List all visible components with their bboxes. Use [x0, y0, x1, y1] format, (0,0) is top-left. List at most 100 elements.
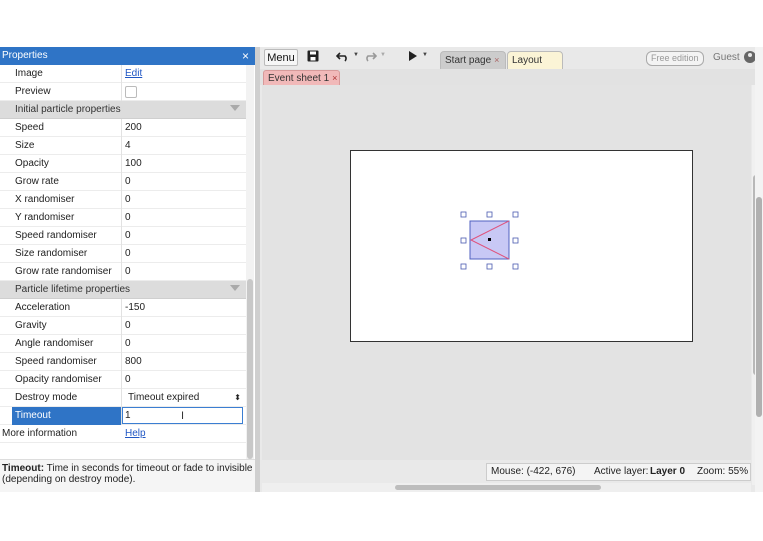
property-row-image[interactable]: Image Edit — [0, 65, 246, 83]
column-divider — [121, 389, 122, 407]
property-name: Destroy mode — [15, 392, 78, 403]
description-label: Timeout: — [2, 463, 45, 474]
property-value[interactable]: 0 — [125, 209, 131, 227]
column-divider — [121, 155, 122, 173]
layout-horizontal-scrollbar[interactable] — [262, 483, 751, 492]
category-label: Particle lifetime properties — [15, 284, 131, 295]
property-row-speed-randomiser[interactable]: Speed randomiser 0 — [0, 227, 246, 245]
image-link[interactable]: Edit — [125, 65, 142, 83]
property-name: Size randomiser — [15, 248, 88, 259]
column-divider — [121, 173, 122, 191]
tab-start-page-label: Start page — [445, 55, 492, 66]
collapse-chevron-icon[interactable] — [230, 105, 240, 111]
property-name: Opacity — [15, 158, 49, 169]
property-row-opacity-randomiser[interactable]: Opacity randomiser 0 — [0, 371, 246, 389]
layout-view[interactable] — [262, 85, 751, 460]
play-dropdown-icon[interactable]: ▼ — [422, 52, 428, 58]
destroy-mode-select[interactable]: Timeout expired ⬍ — [125, 390, 243, 405]
more-information-link[interactable]: Help — [125, 425, 146, 443]
property-row-x-randomiser[interactable]: X randomiser 0 — [0, 191, 246, 209]
property-name: Timeout — [15, 410, 51, 421]
property-value[interactable]: 800 — [125, 353, 142, 371]
window-scrollbar[interactable] — [755, 47, 763, 492]
guest-label[interactable]: Guest — [713, 52, 740, 63]
undo-dropdown-icon[interactable]: ▼ — [353, 52, 359, 58]
property-value[interactable]: 0 — [125, 371, 131, 389]
property-row-acceleration[interactable]: Acceleration -150 — [0, 299, 246, 317]
mouse-position: Mouse: (-422, 676) — [491, 466, 576, 477]
free-edition-badge[interactable]: Free edition — [646, 51, 704, 66]
status-bar: Mouse: (-422, 676) Active layer: Layer 0… — [486, 463, 751, 481]
close-icon[interactable]: × — [242, 47, 249, 65]
property-value[interactable]: 100 — [125, 155, 142, 173]
property-value[interactable]: 0 — [125, 263, 131, 281]
select-arrows-icon: ⬍ — [234, 393, 241, 402]
property-value[interactable]: 0 — [125, 173, 131, 191]
column-divider — [121, 245, 122, 263]
text-cursor-icon: I — [181, 410, 185, 422]
collapse-chevron-icon[interactable] — [230, 285, 240, 291]
undo-icon[interactable] — [335, 50, 350, 65]
property-row-opacity[interactable]: Opacity 100 — [0, 155, 246, 173]
property-value[interactable]: 4 — [125, 137, 131, 155]
column-divider — [121, 263, 122, 281]
properties-title-bar: Properties × — [0, 47, 255, 65]
property-row-size-randomiser[interactable]: Size randomiser 0 — [0, 245, 246, 263]
category-label: Initial particle properties — [15, 104, 121, 115]
property-value[interactable]: 200 — [125, 119, 142, 137]
close-icon[interactable]: × — [332, 73, 337, 83]
column-divider — [121, 353, 122, 371]
preview-checkbox[interactable] — [125, 86, 137, 98]
property-row-destroy-mode[interactable]: Destroy mode Timeout expired ⬍ — [0, 389, 246, 407]
tab-layout-1[interactable]: Layout 1× — [507, 51, 563, 83]
property-name: Image — [15, 68, 43, 79]
property-value[interactable]: 0 — [125, 245, 131, 263]
property-row-speed[interactable]: Speed 200 — [0, 119, 246, 137]
construct-editor: Properties × Image Edit Preview Initial par… — [0, 47, 763, 492]
column-divider — [121, 299, 122, 317]
property-row-y-randomiser[interactable]: Y randomiser 0 — [0, 209, 246, 227]
properties-scrollbar[interactable] — [247, 279, 253, 459]
property-value[interactable]: 0 — [125, 227, 131, 245]
property-name: Speed randomiser — [15, 356, 97, 367]
property-value[interactable]: -150 — [125, 299, 145, 317]
property-row-speed-randomiser[interactable]: Speed randomiser 800 — [0, 353, 246, 371]
properties-panel: Properties × Image Edit Preview Initial par… — [0, 47, 255, 492]
redo-icon[interactable] — [363, 50, 378, 65]
save-icon[interactable] — [307, 50, 319, 65]
property-value[interactable]: 0 — [125, 191, 131, 209]
panel-splitter[interactable] — [255, 47, 260, 492]
play-icon[interactable] — [408, 50, 418, 65]
category-initial-particle-properties[interactable]: Initial particle properties — [0, 101, 246, 119]
column-divider — [121, 83, 122, 101]
property-row-grow-rate[interactable]: Grow rate 0 — [0, 173, 246, 191]
main-toolbar: Menu ▼ ▼ ▼ Start page× Layout 1× Free ed… — [260, 47, 763, 83]
redo-dropdown-icon[interactable]: ▼ — [380, 52, 386, 58]
category-particle-lifetime-properties[interactable]: Particle lifetime properties — [0, 281, 246, 299]
column-divider — [121, 65, 122, 83]
property-row-angle-randomiser[interactable]: Angle randomiser 0 — [0, 335, 246, 353]
particles-object[interactable] — [350, 150, 693, 342]
property-row-preview[interactable]: Preview — [0, 83, 246, 101]
active-layer-value: Layer 0 — [650, 466, 686, 477]
properties-title: Properties — [2, 50, 48, 61]
column-divider — [121, 335, 122, 353]
property-row-size[interactable]: Size 4 — [0, 137, 246, 155]
column-divider — [121, 191, 122, 209]
column-divider — [121, 371, 122, 389]
menu-button[interactable]: Menu — [264, 49, 298, 66]
layout-horizontal-scroll-thumb[interactable] — [395, 485, 601, 490]
property-row-gravity[interactable]: Gravity 0 — [0, 317, 246, 335]
tab-start-page[interactable]: Start page × — [440, 51, 506, 69]
tab-event-sheet-1[interactable]: Event sheet 1 × — [263, 70, 340, 85]
property-row-grow-rate-randomiser[interactable]: Grow rate randomiser 0 — [0, 263, 246, 281]
property-value[interactable]: 0 — [125, 317, 131, 335]
close-icon[interactable]: × — [494, 55, 499, 65]
layout-canvas[interactable] — [350, 150, 693, 342]
window-scroll-thumb[interactable] — [756, 197, 762, 417]
property-row-timeout[interactable]: Timeout 1 I — [0, 407, 246, 425]
property-row-more-information[interactable]: More information Help — [0, 425, 246, 443]
property-name: Speed — [15, 122, 44, 133]
property-value[interactable]: 0 — [125, 335, 131, 353]
column-divider — [121, 119, 122, 137]
